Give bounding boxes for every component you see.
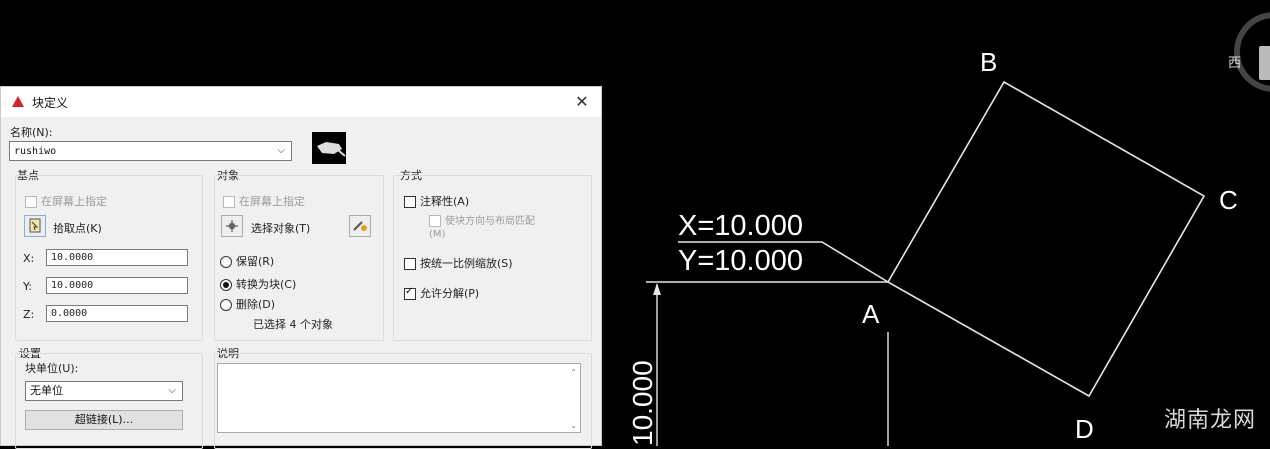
block-definition-dialog: 块定义 ✕ 名称(N): rushiwo ⌵ 基点 在屏幕上指定 拾取点(K) … (0, 86, 602, 449)
block-preview-icon (317, 142, 346, 157)
dimension-arrow (653, 283, 661, 295)
name-label: 名称(N): (10, 126, 53, 139)
hyperlink-button[interactable]: 超链接(L)... (25, 410, 183, 430)
coordinate-y-readout: Y=10.000 (678, 245, 803, 277)
quick-select-icon (353, 221, 367, 231)
close-button[interactable]: ✕ (571, 91, 593, 113)
retain-radio[interactable]: 保留(R) (220, 253, 274, 269)
block-unit-value: 无单位 (30, 384, 63, 397)
description-textarea[interactable]: ⌃ ⌄ (217, 363, 581, 433)
z-label: Z: (23, 308, 35, 321)
dimension-value: 10.000 (627, 360, 658, 446)
x-input[interactable]: 10.0000 (46, 249, 188, 266)
block-preview-thumbnail (312, 132, 346, 164)
z-input[interactable]: 0.0000 (46, 305, 188, 322)
scale-uniformly-checkbox[interactable]: 按统一比例缩放(S) (404, 255, 513, 271)
scroll-up-icon[interactable]: ⌃ (570, 368, 577, 377)
y-input[interactable]: 10.0000 (46, 277, 188, 294)
block-unit-label: 块单位(U): (25, 362, 79, 375)
quick-select-button[interactable] (349, 215, 371, 237)
block-unit-select[interactable]: 无单位 ⌵ (25, 381, 183, 401)
crosshair-icon (226, 220, 238, 232)
select-objects-button[interactable] (221, 215, 243, 237)
dialog-title: 块定义 (32, 96, 69, 110)
base-onscreen-checkbox[interactable]: 在屏幕上指定 (25, 193, 107, 209)
watermark-text: 湖南龙网 (1163, 408, 1256, 433)
point-label-d: D (1075, 414, 1094, 444)
annotative-checkbox[interactable]: 注释性(A) (404, 193, 469, 209)
chevron-down-icon: ⌵ (168, 385, 176, 396)
viewcube-button[interactable] (1259, 46, 1270, 80)
objects-onscreen-checkbox[interactable]: 在屏幕上指定 (223, 193, 305, 209)
name-combobox[interactable]: rushiwo ⌵ (9, 141, 292, 161)
pick-point-icon (29, 218, 41, 233)
chevron-down-icon: ⌵ (277, 145, 285, 156)
x-label: X: (23, 252, 35, 265)
compass-west-label: 西 (1228, 56, 1242, 71)
pick-point-button[interactable] (24, 215, 46, 237)
scroll-down-icon[interactable]: ⌄ (570, 421, 577, 430)
selected-count-text: 已选择 4 个对象 (253, 318, 333, 331)
point-label-c: C (1219, 185, 1238, 215)
delete-radio[interactable]: 删除(D) (220, 296, 275, 312)
match-orientation-checkbox[interactable]: 使块方向与布局匹配(M) (429, 215, 539, 241)
point-label-a: A (862, 299, 880, 329)
convert-radio[interactable]: 转换为块(C) (220, 276, 296, 292)
name-value: rushiwo (14, 146, 57, 157)
pick-point-label[interactable]: 拾取点(K) (53, 220, 102, 236)
dialog-titlebar: 块定义 ✕ (1, 87, 601, 117)
allow-explode-checkbox[interactable]: 允许分解(P) (404, 285, 479, 301)
point-label-b: B (980, 47, 997, 77)
autocad-logo-icon (12, 96, 24, 107)
coordinate-x-readout: X=10.000 (678, 210, 803, 242)
y-label: Y: (23, 280, 32, 293)
square-abcd[interactable] (886, 80, 1206, 398)
select-objects-label[interactable]: 选择对象(T) (251, 220, 310, 236)
